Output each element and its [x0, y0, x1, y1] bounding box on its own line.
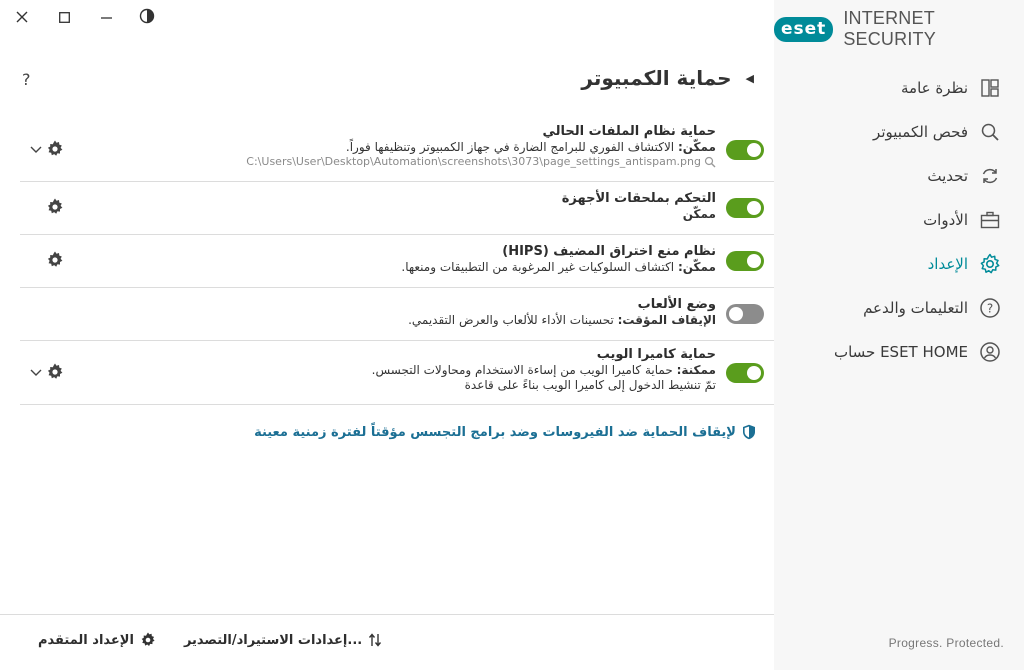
settings-list: حماية نظام الملفات الحالي ممكّن: الاكتشا… [20, 118, 774, 405]
setting-desc-text: الاكتشاف الفوري للبرامج الضارة في جهاز ا… [345, 140, 678, 154]
sort-arrows-icon [369, 633, 382, 647]
setting-row-webcam-protection: حماية كاميرا الويب ممكنة: حماية كاميرا ا… [20, 341, 774, 405]
setting-row-realtime-protection: حماية نظام الملفات الحالي ممكّن: الاكتشا… [20, 118, 774, 182]
search-icon [978, 120, 1002, 144]
gear-icon [978, 252, 1002, 276]
toggle-knob [747, 143, 761, 157]
sidebar-item-label: حساب ESET HOME [833, 343, 968, 361]
sidebar-item-tools[interactable]: الأدوات [774, 198, 1024, 242]
brand: eset INTERNET SECURITY [774, 8, 978, 50]
setting-status: ممكنة: [676, 363, 716, 377]
sidebar-item-label: نظرة عامة [901, 79, 968, 97]
setting-text: نظام منع اختراق المضيف (HIPS) ممكّن: اكت… [401, 244, 716, 274]
setting-text: حماية كاميرا الويب ممكنة: حماية كاميرا ا… [372, 347, 716, 392]
gear-icon [141, 632, 155, 646]
search-icon [704, 156, 716, 167]
setting-row-hips: نظام منع اختراق المضيف (HIPS) ممكّن: اكت… [20, 235, 774, 288]
page-title-container: ◀ حماية الكمبيوتر [581, 66, 754, 90]
setting-status: ممكّن: [677, 260, 716, 274]
help-button[interactable]: ? [22, 70, 31, 89]
refresh-icon [978, 164, 1002, 188]
sidebar-item-eset-home[interactable]: حساب ESET HOME [774, 330, 1024, 374]
setting-row-device-control: التحكم بملحقات الأجهزة ممكّن [20, 182, 774, 235]
sidebar-item-update[interactable]: تحديث [774, 154, 1024, 198]
setting-text: وضع الألعاب الإيقاف المؤقت: تحسينات الأد… [408, 297, 716, 327]
gamer-mode-toggle[interactable] [726, 304, 764, 324]
sidebar-item-overview[interactable]: نظرة عامة [774, 66, 1024, 110]
setting-path: C:\Users\User\Desktop\Automation\screens… [246, 155, 716, 168]
tagline: Progress. Protected. [888, 636, 1004, 650]
path-text: C:\Users\User\Desktop\Automation\screens… [246, 155, 701, 168]
setting-name: حماية كاميرا الويب [596, 347, 716, 362]
setting-name: وضع الألعاب [637, 297, 716, 312]
import-export-button[interactable]: إعدادات الاستيراد/التصدير... [184, 632, 382, 648]
footer: الإعداد المتقدم إعدادات الاستيراد/التصدي… [38, 632, 382, 648]
setting-name: نظام منع اختراق المضيف (HIPS) [502, 244, 716, 259]
webcam-protection-toggle[interactable] [726, 363, 764, 383]
sidebar-item-label: الأدوات [923, 211, 968, 229]
realtime-protection-toggle[interactable] [726, 140, 764, 160]
setting-text: حماية نظام الملفات الحالي ممكّن: الاكتشا… [246, 124, 716, 168]
setting-status: الإيقاف المؤقت: [617, 313, 716, 327]
chevron-down-icon[interactable] [30, 143, 42, 155]
setting-desc: ممكنة: حماية كاميرا الويب من إساءة الاست… [372, 363, 716, 377]
user-circle-icon [978, 340, 1002, 364]
product-name: INTERNET SECURITY [843, 8, 936, 49]
pause-protection-text: لإيقاف الحماية ضد الفيروسات وضد برامج ال… [254, 424, 736, 440]
device-control-toggle[interactable] [726, 198, 764, 218]
import-export-label: إعدادات الاستيراد/التصدير... [183, 632, 363, 648]
svg-text:?: ? [987, 302, 993, 316]
gear-icon[interactable] [46, 198, 64, 216]
page-title: حماية الكمبيوتر [581, 66, 732, 90]
sidebar-item-help-support[interactable]: التعليمات والدعم ? [774, 286, 1024, 330]
setting-status: ممكّن [682, 207, 716, 221]
setting-name: حماية نظام الملفات الحالي [542, 124, 716, 139]
gear-icon[interactable] [46, 251, 64, 269]
setting-desc-text: اكتشاف السلوكيات غير المرغوبة من التطبيق… [401, 260, 678, 274]
setting-desc: ممكّن [562, 207, 716, 221]
gear-icon[interactable] [46, 363, 64, 381]
advanced-setup-button[interactable]: الإعداد المتقدم [38, 632, 156, 648]
footer-divider [0, 614, 774, 615]
toggle-knob [747, 201, 761, 215]
toggle-knob [747, 366, 761, 380]
setting-name: التحكم بملحقات الأجهزة [561, 191, 716, 206]
advanced-setup-label: الإعداد المتقدم [38, 632, 134, 648]
caret-icon: ◀ [745, 71, 754, 85]
setting-desc-text: حماية كاميرا الويب من إساءة الاستخدام وم… [371, 363, 677, 377]
chevron-down-icon[interactable] [30, 366, 42, 378]
setting-row-gamer-mode: وضع الألعاب الإيقاف المؤقت: تحسينات الأد… [20, 288, 774, 341]
setting-desc: ممكّن: الاكتشاف الفوري للبرامج الضارة في… [246, 140, 716, 154]
setting-desc-2: تمّ تنشيط الدخول إلى كاميرا الويب بناءً … [464, 378, 716, 392]
help-circle-icon: ? [978, 296, 1002, 320]
dashboard-icon [978, 76, 1002, 100]
pause-protection-link[interactable]: لإيقاف الحماية ضد الفيروسات وضد برامج ال… [254, 424, 756, 440]
setting-desc: ممكّن: اكتشاف السلوكيات غير المرغوبة من … [401, 260, 716, 274]
sidebar-item-label: التعليمات والدعم [863, 299, 968, 317]
hips-toggle[interactable] [726, 251, 764, 271]
setting-text: التحكم بملحقات الأجهزة ممكّن [562, 191, 716, 221]
sidebar: eset INTERNET SECURITY نظرة عامة فحص الك… [774, 0, 1024, 670]
sidebar-item-setup[interactable]: الإعداد [774, 242, 1024, 286]
sidebar-item-label: الإعداد [927, 255, 968, 273]
briefcase-icon [978, 208, 1002, 232]
eset-logo: eset [774, 16, 834, 42]
gear-icon[interactable] [46, 140, 64, 158]
toggle-knob [747, 254, 761, 268]
sidebar-item-label: تحديث [927, 167, 968, 185]
setting-desc-text: تحسينات الأداء للألعاب والعرض التقديمي. [408, 313, 618, 327]
main-content: ? ◀ حماية الكمبيوتر حماية نظام الملفات ا… [0, 0, 774, 670]
sidebar-item-computer-scan[interactable]: فحص الكمبيوتر [774, 110, 1024, 154]
setting-status: ممكّن: [677, 140, 716, 154]
toggle-knob [729, 307, 743, 321]
sidebar-item-label: فحص الكمبيوتر [873, 123, 968, 141]
setting-desc: الإيقاف المؤقت: تحسينات الأداء للألعاب و… [408, 313, 716, 327]
shield-icon [743, 424, 755, 440]
sidebar-nav: نظرة عامة فحص الكمبيوتر تحديث الأدوات ال… [774, 66, 1024, 374]
